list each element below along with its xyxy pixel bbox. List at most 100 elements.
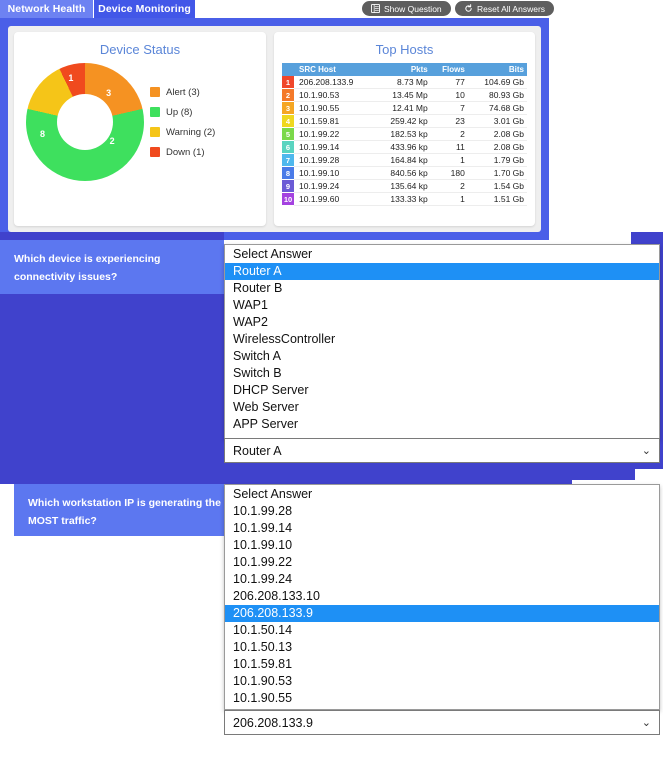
cell-bits: 1.79 Gb bbox=[467, 153, 527, 167]
legend-item: Up (8) bbox=[150, 107, 215, 118]
table-row: 5 10.1.99.22 182.53 kp 2 2.08 Gb bbox=[282, 127, 527, 141]
rank-badge: 10 bbox=[282, 192, 294, 206]
cell-src-host: 206.208.133.9 bbox=[294, 76, 375, 89]
table-row: 2 10.1.90.53 13.45 Mp 10 80.93 Gb bbox=[282, 88, 527, 102]
top-hosts-title: Top Hosts bbox=[375, 42, 434, 57]
question2-selected-value: 206.208.133.9 bbox=[233, 715, 313, 730]
cell-flows: 2 bbox=[430, 127, 468, 141]
question2-option[interactable]: 206.208.133.9 bbox=[225, 605, 659, 622]
question2-option[interactable]: 10.1.50.13 bbox=[225, 639, 659, 656]
cell-bits: 1.54 Gb bbox=[467, 179, 527, 193]
question1-text: Which device is experiencing connectivit… bbox=[0, 240, 224, 294]
question1-option[interactable]: Router A bbox=[225, 263, 659, 280]
show-question-button[interactable]: Show Question bbox=[362, 1, 451, 16]
cell-flows: 23 bbox=[430, 114, 468, 128]
top-hosts-table: SRC Host Pkts Flows Bits 1 206.208.133.9 8… bbox=[282, 63, 527, 206]
cell-bits: 104.69 Gb bbox=[467, 76, 527, 89]
cell-flows: 2 bbox=[430, 179, 468, 193]
legend-label-alert: Alert (3) bbox=[166, 86, 200, 98]
question1-option[interactable]: WirelessController bbox=[225, 331, 659, 348]
question1-option[interactable]: Switch A bbox=[225, 348, 659, 365]
cell-pkts: 13.45 Mp bbox=[374, 88, 431, 102]
legend-swatch-down bbox=[150, 147, 160, 157]
show-question-label: Show Question bbox=[384, 3, 442, 14]
tab-device-monitoring[interactable]: Device Monitoring bbox=[94, 0, 195, 18]
question2-text: Which workstation IP is generating the M… bbox=[14, 484, 224, 536]
legend-item: Alert (3) bbox=[150, 87, 215, 98]
legend-label-down: Down (1) bbox=[166, 146, 205, 158]
donut-label-alert: 3 bbox=[106, 87, 112, 98]
rank-badge: 6 bbox=[282, 140, 294, 154]
device-status-legend: Alert (3) Up (8) Warning (2) Down (1) bbox=[150, 87, 215, 158]
question2-option[interactable]: 10.1.90.53 bbox=[225, 673, 659, 690]
question2-option[interactable]: 206.208.133.10 bbox=[225, 588, 659, 605]
chevron-down-icon: ⌄ bbox=[641, 717, 651, 729]
tab-network-health[interactable]: Network Health bbox=[0, 0, 94, 18]
question1-option[interactable]: Switch B bbox=[225, 365, 659, 382]
question2-option[interactable]: 10.1.99.10 bbox=[225, 537, 659, 554]
cell-pkts: 133.33 kp bbox=[374, 192, 431, 206]
question2-option[interactable]: 10.1.59.81 bbox=[225, 656, 659, 673]
cell-src-host: 10.1.99.10 bbox=[294, 166, 375, 180]
rank-badge: 7 bbox=[282, 153, 294, 167]
question1-select[interactable]: Router A ⌄ bbox=[224, 438, 660, 463]
cell-pkts: 182.53 kp bbox=[374, 127, 431, 141]
legend-label-warning: Warning (2) bbox=[166, 126, 216, 138]
top-hosts-card: Top Hosts SRC Host Pkts Flows Bits 1 206.… bbox=[274, 32, 535, 226]
question1-option[interactable]: Web Server bbox=[225, 399, 659, 416]
question2-dropdown-list[interactable]: Select Answer 10.1.99.28 10.1.99.14 10.1.99… bbox=[224, 484, 660, 710]
cell-bits: 3.01 Gb bbox=[467, 114, 527, 128]
question2-select[interactable]: 206.208.133.9 ⌄ bbox=[224, 710, 660, 735]
question2-option[interactable]: 10.1.99.24 bbox=[225, 571, 659, 588]
question1-option[interactable]: Select Answer bbox=[225, 246, 659, 263]
question1-option[interactable]: Router B bbox=[225, 280, 659, 297]
cell-src-host: 10.1.99.28 bbox=[294, 153, 375, 167]
rank-badge: 1 bbox=[282, 76, 294, 89]
table-row: 10 10.1.99.60 133.33 kp 1 1.51 Gb bbox=[282, 192, 527, 206]
cell-flows: 7 bbox=[430, 101, 468, 115]
question2-option[interactable]: 10.1.99.28 bbox=[225, 503, 659, 520]
col-rank bbox=[282, 63, 294, 76]
rank-badge: 2 bbox=[282, 88, 294, 102]
question1-top-band bbox=[0, 232, 224, 240]
cell-pkts: 840.56 kp bbox=[374, 166, 431, 180]
tab-network-health-label: Network Health bbox=[7, 3, 86, 15]
table-row: 7 10.1.99.28 164.84 kp 1 1.79 Gb bbox=[282, 153, 527, 167]
question1-option[interactable]: WAP2 bbox=[225, 314, 659, 331]
question1-option[interactable]: DHCP Server bbox=[225, 382, 659, 399]
legend-label-up: Up (8) bbox=[166, 106, 193, 118]
question2-option[interactable]: 10.1.50.14 bbox=[225, 622, 659, 639]
reset-all-answers-button[interactable]: Reset All Answers bbox=[455, 1, 555, 16]
cell-src-host: 10.1.99.24 bbox=[294, 179, 375, 193]
col-flows: Flows bbox=[430, 63, 468, 76]
table-row: 4 10.1.59.81 259.42 kp 23 3.01 Gb bbox=[282, 114, 527, 128]
tab-bar: Network Health Device Monitoring Show Qu… bbox=[0, 0, 663, 18]
question1-option[interactable]: WAP1 bbox=[225, 297, 659, 314]
cell-pkts: 259.42 kp bbox=[374, 114, 431, 128]
donut-chart: 3 8 2 1 bbox=[26, 63, 144, 181]
dashboard-frame: Device Status 3 8 2 1 Alert (3) Up (8) W… bbox=[0, 18, 549, 240]
question2-option[interactable]: 10.1.99.14 bbox=[225, 520, 659, 537]
table-row: 8 10.1.99.10 840.56 kp 180 1.70 Gb bbox=[282, 166, 527, 180]
cell-flows: 1 bbox=[430, 192, 468, 206]
question1-option[interactable]: APP Server bbox=[225, 416, 659, 433]
question1-dropdown-list[interactable]: Select Answer Router A Router B WAP1 WAP2 Wir… bbox=[224, 244, 660, 439]
question2-option[interactable]: 10.1.99.22 bbox=[225, 554, 659, 571]
cell-pkts: 433.96 kp bbox=[374, 140, 431, 154]
reset-all-answers-label: Reset All Answers bbox=[477, 3, 546, 14]
device-status-title: Device Status bbox=[99, 42, 181, 57]
cell-src-host: 10.1.59.81 bbox=[294, 114, 375, 128]
dashboard-panel: Device Status 3 8 2 1 Alert (3) Up (8) W… bbox=[8, 26, 541, 232]
cell-bits: 74.68 Gb bbox=[467, 101, 527, 115]
question2-option[interactable]: 10.1.90.55 bbox=[225, 690, 659, 707]
device-status-chart: 3 8 2 1 Alert (3) Up (8) Warning (2) Dow… bbox=[22, 63, 258, 181]
rank-badge: 8 bbox=[282, 166, 294, 180]
col-src-host: SRC Host bbox=[294, 63, 375, 76]
cell-pkts: 164.84 kp bbox=[374, 153, 431, 167]
table-row: 9 10.1.99.24 135.64 kp 2 1.54 Gb bbox=[282, 179, 527, 193]
donut-hole bbox=[57, 94, 113, 150]
question2-option[interactable]: Select Answer bbox=[225, 486, 659, 503]
col-pkts: Pkts bbox=[374, 63, 431, 76]
table-row: 6 10.1.99.14 433.96 kp 11 2.08 Gb bbox=[282, 140, 527, 154]
rank-badge: 3 bbox=[282, 101, 294, 115]
